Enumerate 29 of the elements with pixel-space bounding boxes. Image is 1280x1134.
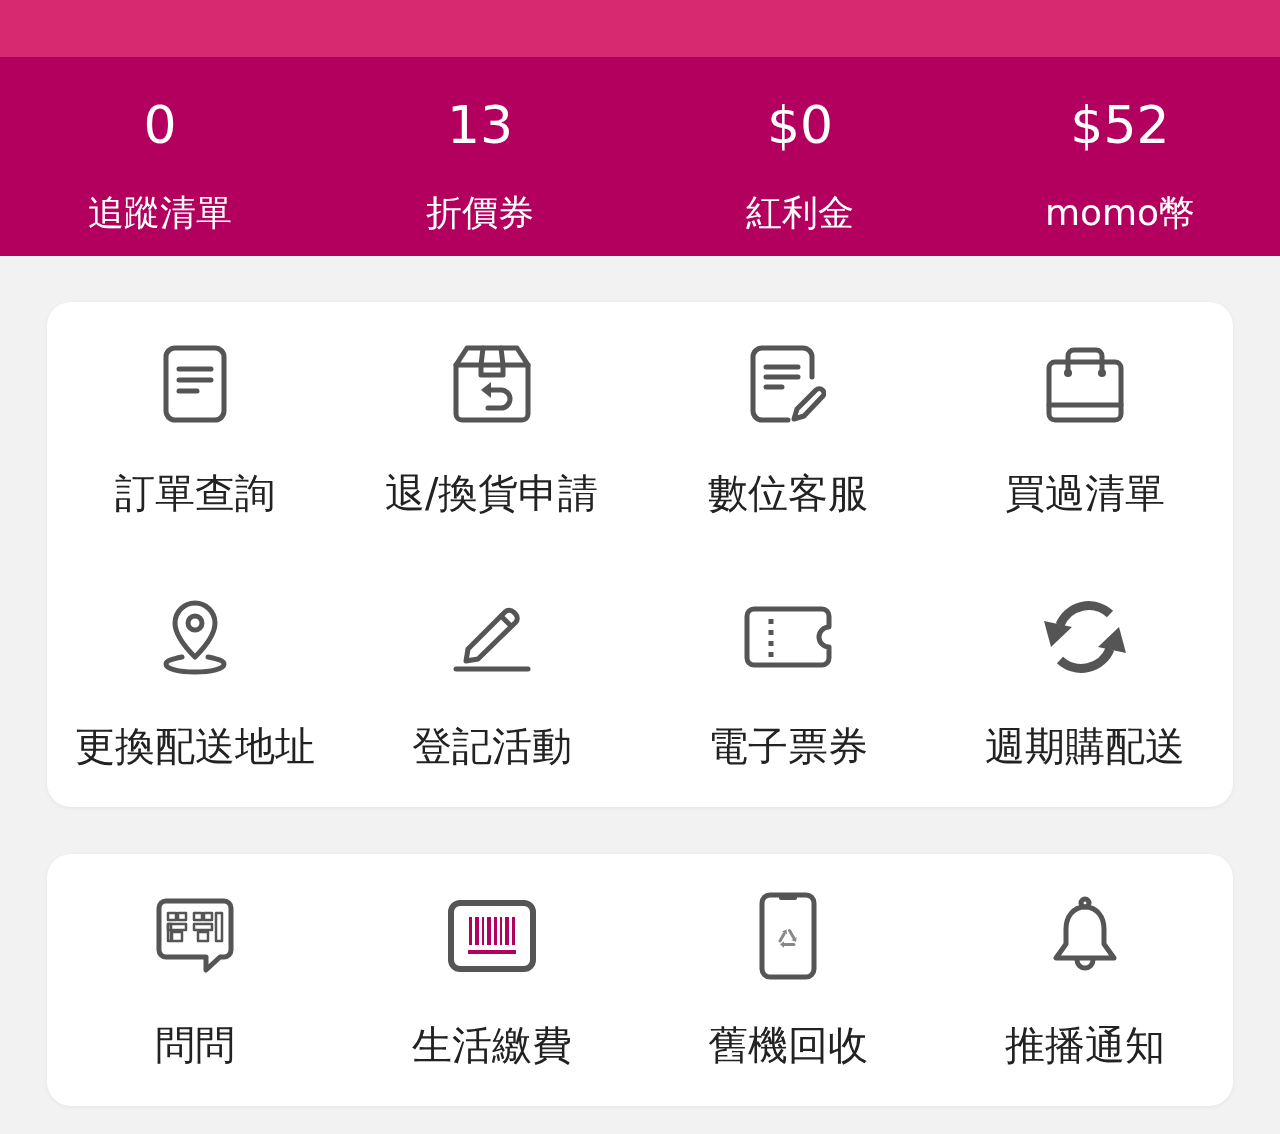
menu-item[interactable]: 數位客服 <box>640 344 937 517</box>
stat-label: 追蹤清單 <box>88 195 232 231</box>
box-return-icon <box>451 345 532 423</box>
stat-label: 紅利金 <box>746 195 854 231</box>
menu-item[interactable]: 更換配送地址 <box>47 597 344 770</box>
location-pin-icon <box>163 599 228 675</box>
menu-item[interactable]: 推播通知 <box>936 896 1233 1069</box>
menu-item[interactable]: 退/換貨申請 <box>343 344 640 517</box>
barcode-icon <box>447 900 536 972</box>
stat-value: 0 <box>143 99 177 151</box>
menu-item[interactable]: 登記活動 <box>343 597 640 770</box>
chat-bubble-icon <box>156 898 235 974</box>
menu-item[interactable]: 問問 <box>47 896 344 1069</box>
menu-item[interactable]: 電子票券 <box>640 597 937 770</box>
stat-value: $0 <box>766 99 834 151</box>
document-icon <box>163 345 228 423</box>
stat-label: 折價券 <box>426 195 534 231</box>
stat-value: $52 <box>1070 99 1170 151</box>
menu-item[interactable]: 週期購配送 <box>936 597 1233 770</box>
menu-item[interactable]: 訂單查詢 <box>47 344 344 517</box>
ticket-icon <box>744 606 833 668</box>
phone-recycle-icon <box>759 892 818 980</box>
stat-label: momo幣 <box>1044 195 1196 231</box>
menu-item[interactable]: 生活繳費 <box>343 896 640 1069</box>
menu-item[interactable]: 舊機回收 <box>640 896 937 1069</box>
shopping-bag-icon <box>1045 345 1124 423</box>
stat-value: 13 <box>446 99 514 151</box>
document-pencil-icon <box>750 345 827 423</box>
menu-item[interactable]: 買過清單 <box>936 344 1233 517</box>
